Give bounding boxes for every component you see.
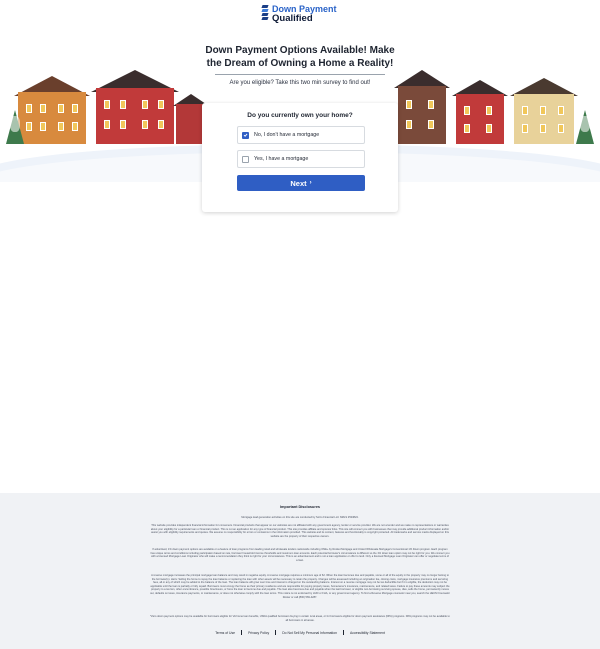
- logo-mark-icon: [261, 5, 269, 23]
- disclosure-paragraph: *Zero down payment options may be availa…: [150, 615, 450, 622]
- house-illustration: [510, 78, 578, 144]
- brand-logo[interactable]: Down Payment Qualified: [261, 4, 342, 24]
- disclosures-title: Important Disclosures: [279, 505, 321, 509]
- checkbox-checked-icon[interactable]: [242, 131, 249, 139]
- terms-of-use-link[interactable]: Terms of Use: [209, 631, 241, 635]
- house-illustration: [14, 76, 90, 144]
- page-subheadline: Are you eligible? Take this two min surv…: [222, 80, 378, 86]
- headline-divider: [215, 74, 385, 75]
- page-headline: Down Payment Options Available! Make the…: [200, 44, 400, 70]
- option-label: No, I don't have a mortgage: [254, 132, 320, 138]
- logo-line-2: Qualified: [272, 12, 313, 24]
- accessibility-statement-link[interactable]: Accessibility Statement: [344, 631, 391, 635]
- footer: Important Disclosures Mortgage lead gene…: [0, 493, 600, 649]
- survey-question: Do you currently own your home?: [247, 112, 353, 119]
- pine-tree-illustration: [576, 110, 594, 144]
- chevron-right-icon: ›: [309, 180, 312, 186]
- next-button-label: Next: [290, 178, 307, 188]
- privacy-policy-link[interactable]: Privacy Policy: [242, 631, 275, 635]
- house-illustration: [394, 70, 450, 144]
- disclosure-paragraph: This website provides independent financ…: [150, 524, 450, 538]
- do-not-sell-link[interactable]: Do Not Sell My Personal Information: [276, 631, 343, 635]
- survey-card: Do you currently own your home? No, I do…: [202, 103, 398, 212]
- next-button[interactable]: Next ›: [237, 175, 365, 191]
- disclosure-paragraph: If advertised, 1% down payment options a…: [150, 548, 450, 562]
- disclosure-paragraph: A reverse mortgage increases the princip…: [150, 574, 450, 599]
- option-no-mortgage[interactable]: No, I don't have a mortgage: [237, 126, 365, 144]
- house-illustration: [452, 80, 508, 144]
- footer-links: Terms of Use Privacy Policy Do Not Sell …: [0, 630, 600, 635]
- house-illustration: [91, 70, 179, 144]
- pine-tree-illustration: [6, 110, 24, 144]
- option-label: Yes, I have a mortgage: [254, 156, 309, 162]
- disclosure-paragraph: Mortgage lead generation activities on t…: [241, 516, 359, 519]
- checkbox-unchecked-icon[interactable]: [242, 155, 249, 163]
- option-has-mortgage[interactable]: Yes, I have a mortgage: [237, 150, 365, 168]
